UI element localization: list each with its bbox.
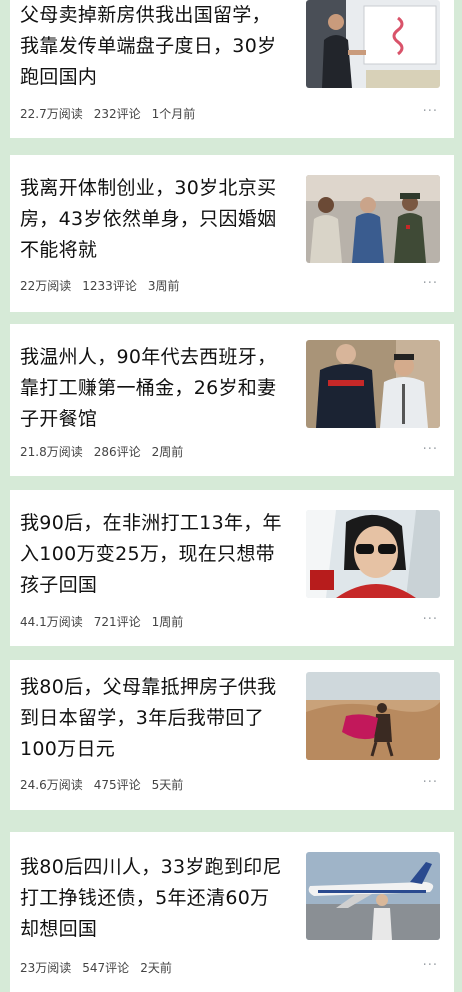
publish-time: 1周前 [151, 615, 184, 629]
publish-time: 5天前 [151, 778, 184, 792]
read-count: 22万阅读 [20, 279, 72, 293]
more-options-icon[interactable]: ··· [423, 442, 438, 457]
comment-count: 232评论 [93, 107, 141, 121]
article-title[interactable]: 父母卖掉新房供我出国留学，我靠发传单端盘子度日，30岁跑回国内 [20, 0, 282, 93]
read-count: 23万阅读 [20, 961, 72, 975]
article-card[interactable]: 我80后四川人，33岁跑到印尼打工挣钱还债，5年还清60万却想回国 23万阅读 5… [10, 832, 454, 992]
article-meta: 44.1万阅读 721评论 1周前 [20, 613, 194, 630]
publish-time: 3周前 [147, 279, 180, 293]
more-options-icon[interactable]: ··· [423, 958, 438, 973]
read-count: 24.6万阅读 [20, 778, 83, 792]
article-thumbnail[interactable] [306, 672, 440, 760]
article-meta: 23万阅读 547评论 2天前 [20, 959, 183, 976]
article-card[interactable]: 我90后，在非洲打工13年，年入100万变25万，现在只想带孩子回国 44.1万… [10, 490, 454, 646]
comment-count: 721评论 [93, 615, 141, 629]
article-meta: 22万阅读 1233评论 3周前 [20, 277, 190, 294]
comment-count: 1233评论 [82, 279, 137, 293]
comment-count: 547评论 [82, 961, 130, 975]
comment-count: 286评论 [93, 445, 141, 459]
article-card[interactable]: 我温州人，90年代去西班牙，靠打工赚第一桶金，26岁和妻子开餐馆 21.8万阅读… [10, 324, 454, 476]
article-title[interactable]: 我温州人，90年代去西班牙，靠打工赚第一桶金，26岁和妻子开餐馆 [20, 342, 282, 435]
article-meta: 22.7万阅读 232评论 1个月前 [20, 105, 206, 122]
publish-time: 2周前 [151, 445, 184, 459]
desert-woman-image [306, 672, 440, 760]
group-photo-image [306, 175, 440, 263]
more-options-icon[interactable]: ··· [423, 104, 438, 119]
article-title[interactable]: 我80后四川人，33岁跑到印尼打工挣钱还债，5年还清60万却想回国 [20, 852, 282, 945]
airplane-runway-image [306, 852, 440, 940]
article-meta: 24.6万阅读 475评论 5天前 [20, 776, 194, 793]
article-meta: 21.8万阅读 286评论 2周前 [20, 443, 194, 460]
article-title[interactable]: 我90后，在非洲打工13年，年入100万变25万，现在只想带孩子回国 [20, 508, 282, 601]
article-thumbnail[interactable] [306, 510, 440, 598]
more-options-icon[interactable]: ··· [423, 612, 438, 627]
publish-time: 1个月前 [151, 107, 196, 121]
man-presenting-image [306, 0, 440, 88]
article-title[interactable]: 我80后，父母靠抵押房子供我到日本留学，3年后我带回了100万日元 [20, 672, 282, 765]
comment-count: 475评论 [93, 778, 141, 792]
article-title[interactable]: 我离开体制创业，30岁北京买房，43岁依然单身，只因婚姻不能将就 [20, 173, 282, 266]
read-count: 21.8万阅读 [20, 445, 83, 459]
article-thumbnail[interactable] [306, 852, 440, 940]
more-options-icon[interactable]: ··· [423, 775, 438, 790]
woman-sunglasses-image [306, 510, 440, 598]
read-count: 44.1万阅读 [20, 615, 83, 629]
article-feed: 父母卖掉新房供我出国留学，我靠发传单端盘子度日，30岁跑回国内 22.7万阅读 2… [0, 0, 462, 992]
police-officer-image [306, 340, 440, 428]
publish-time: 2天前 [140, 961, 172, 975]
more-options-icon[interactable]: ··· [423, 276, 438, 291]
article-card[interactable]: 我80后，父母靠抵押房子供我到日本留学，3年后我带回了100万日元 24.6万阅… [10, 660, 454, 810]
article-thumbnail[interactable] [306, 175, 440, 263]
article-thumbnail[interactable] [306, 0, 440, 88]
article-card[interactable]: 父母卖掉新房供我出国留学，我靠发传单端盘子度日，30岁跑回国内 22.7万阅读 2… [10, 0, 454, 138]
article-card[interactable]: 我离开体制创业，30岁北京买房，43岁依然单身，只因婚姻不能将就 22万阅读 12… [10, 155, 454, 312]
article-thumbnail[interactable] [306, 340, 440, 428]
read-count: 22.7万阅读 [20, 107, 83, 121]
